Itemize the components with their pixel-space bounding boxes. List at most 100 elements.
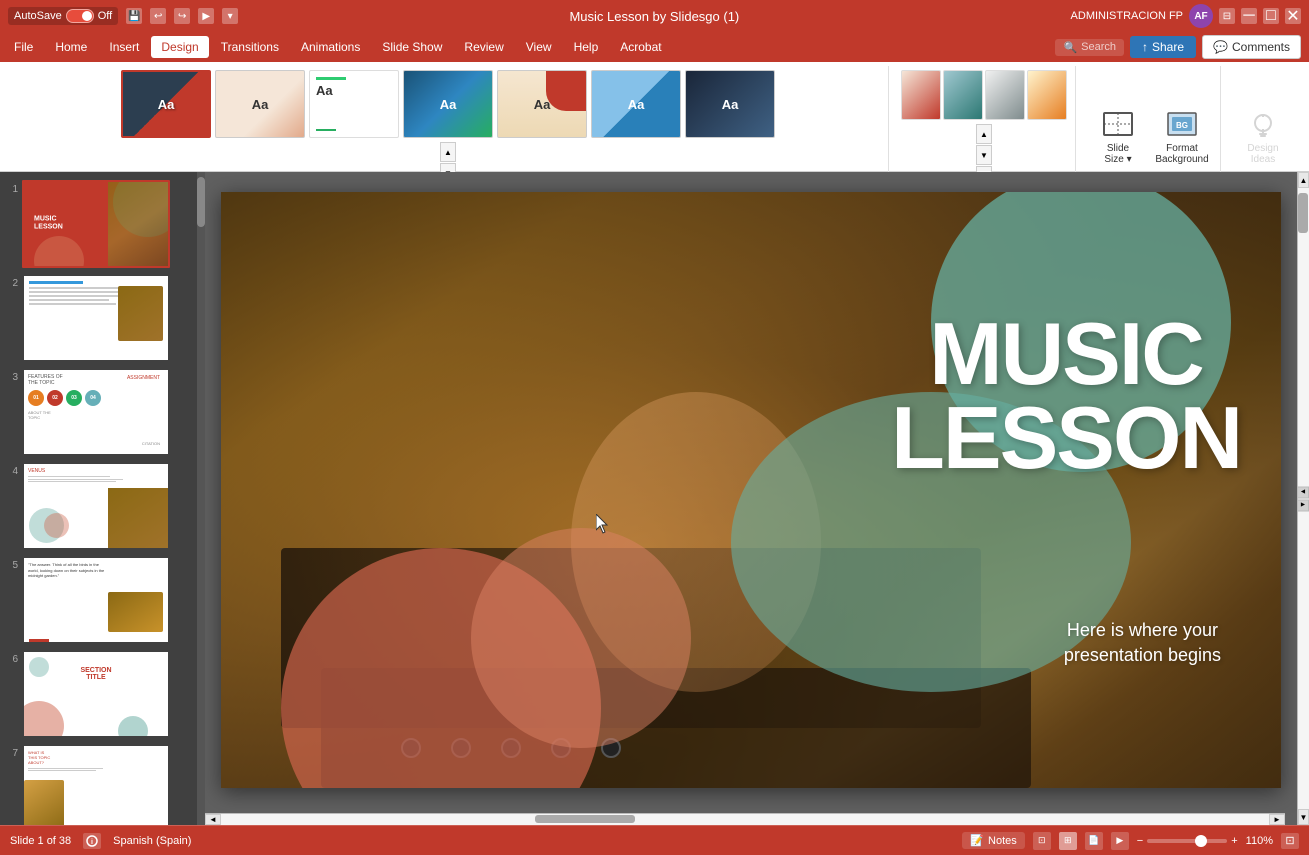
window-title: Music Lesson by Slidesgo (1) [238,9,1070,24]
normal-view-button[interactable]: ⊡ [1033,832,1051,850]
variants-up-arrow[interactable]: ▲ [976,124,992,144]
slide-number-5: 5 [4,556,18,571]
menu-insert[interactable]: Insert [99,36,149,58]
svg-text:i: i [91,839,93,846]
slide-thumb-7[interactable]: WHAT ISTHIS TOPICABOUT? [22,744,170,825]
slide-thumb-1[interactable]: MUSIC LESSON [22,180,170,268]
themes-gallery: Aa Aa Aa Aa [121,70,775,138]
theme-4[interactable]: Aa [403,70,493,138]
autosave-badge[interactable]: AutoSave Off [8,7,118,25]
slide-subtitle: Here is where yourpresentation begins [1064,618,1221,668]
design-ideas-button[interactable]: DesignIdeas [1233,102,1293,172]
menu-home[interactable]: Home [45,36,97,58]
zoom-in-icon[interactable]: + [1231,835,1237,847]
slide-item-5[interactable]: 5 "The answer. Think of all the birds in… [4,556,201,644]
ribbon-display-icon[interactable]: ⊟ [1219,8,1235,24]
menu-view[interactable]: View [516,36,562,58]
slide-thumb-4[interactable]: VENUS [22,462,170,550]
variant-4[interactable] [1027,70,1067,120]
slide-item-4[interactable]: 4 VENUS [4,462,201,550]
autosave-dot [82,11,92,21]
slide-thumb-2[interactable] [22,274,170,362]
menu-review[interactable]: Review [454,36,513,58]
slide-size-button[interactable]: SlideSize ▾ [1088,102,1148,172]
accessibility-icon[interactable]: i [83,833,101,849]
menu-file[interactable]: File [4,36,43,58]
slide-item-3[interactable]: 3 FEATURES OFTHE TOPIC ASSIGNMENT 01 02 … [4,368,201,456]
search-box[interactable]: 🔍 Search [1055,39,1124,56]
format-background-button[interactable]: BG FormatBackground [1152,102,1212,172]
theme-3[interactable]: Aa [309,70,399,138]
autosave-toggle[interactable] [66,9,94,23]
slides-list[interactable]: 1 MUSIC LESSON [0,172,205,825]
undo-icon[interactable]: ↩ [150,8,166,24]
scroll-down-button[interactable]: ▼ [1298,809,1309,825]
menu-bar: File Home Insert Design Transitions Anim… [0,32,1309,62]
scroll-up-button[interactable]: ▲ [1298,172,1309,188]
theme-6[interactable]: Aa [591,70,681,138]
save-icon[interactable]: 💾 [126,8,142,24]
slide-item-2[interactable]: 2 [4,274,201,362]
scroll-right-button[interactable]: ► [1269,814,1285,825]
slide-sorter-button[interactable]: ⊞ [1059,832,1077,850]
menu-help[interactable]: Help [564,36,609,58]
theme-2[interactable]: Aa [215,70,305,138]
variant-3[interactable] [985,70,1025,120]
theme-1[interactable]: Aa [121,70,211,138]
search-icon: 🔍 [1063,41,1077,54]
slide-item-1[interactable]: 1 MUSIC LESSON [4,180,201,268]
scroll-right-mini-2[interactable]: ► [1297,499,1309,511]
comments-button[interactable]: 💬 Comments [1202,35,1301,59]
fit-to-window-button[interactable]: ⊡ [1281,833,1299,849]
slide-canvas: MUSIC LESSON Here is where yourpresentat… [221,192,1281,788]
reading-view-button[interactable]: 📄 [1085,832,1103,850]
close-button[interactable]: ✕ [1285,8,1301,24]
slide-item-6[interactable]: 6 SECTIONTITLE [4,650,201,738]
theme-7[interactable]: Aa [685,70,775,138]
user-avatar[interactable]: AF [1189,4,1213,28]
canvas-area[interactable]: MUSIC LESSON Here is where yourpresentat… [205,172,1297,825]
slide-number-2: 2 [4,274,18,289]
horizontal-track[interactable] [221,814,1269,825]
status-left: Slide 1 of 38 i Spanish (Spain) [10,833,191,849]
share-button[interactable]: ↑ Share [1130,36,1196,58]
share-icon: ↑ [1142,40,1148,54]
maximize-button[interactable]: □ [1263,8,1279,24]
slide-thumb-3[interactable]: FEATURES OFTHE TOPIC ASSIGNMENT 01 02 03… [22,368,170,456]
zoom-slider[interactable] [1147,839,1227,843]
autosave-label: AutoSave [14,10,62,22]
menu-design[interactable]: Design [151,36,208,58]
slide-size-label: SlideSize ▾ [1104,143,1131,165]
variants-down-arrow[interactable]: ▼ [976,145,992,165]
scroll-right-mini-1[interactable]: ◄ [1297,486,1309,498]
right-scrollbar[interactable]: ▲ ▼ ◄ ► [1297,172,1309,825]
redo-icon[interactable]: ↪ [174,8,190,24]
horizontal-scrollbar[interactable]: ◄ ► [205,813,1285,825]
gallery-up-arrow[interactable]: ▲ [440,142,456,162]
ribbon: Aa Aa Aa Aa [0,62,1309,172]
menu-acrobat[interactable]: Acrobat [610,36,671,58]
variant-1[interactable] [901,70,941,120]
horizontal-thumb [535,815,635,823]
format-background-icon: BG [1166,109,1198,141]
zoom-out-icon[interactable]: − [1137,835,1143,847]
menu-transitions[interactable]: Transitions [211,36,289,58]
slide-thumb-6[interactable]: SECTIONTITLE [22,650,170,738]
menu-slideshow[interactable]: Slide Show [372,36,452,58]
title-bar: AutoSave Off 💾 ↩ ↪ ▶ ▾ Music Lesson by S… [0,0,1309,32]
menu-animations[interactable]: Animations [291,36,370,58]
present-icon[interactable]: ▶ [198,8,214,24]
notes-button[interactable]: 📝 Notes [962,832,1024,849]
slideshow-button[interactable]: ▶ [1111,832,1129,850]
scroll-left-button[interactable]: ◄ [205,814,221,825]
customize-qat-icon[interactable]: ▾ [222,8,238,24]
status-bar: Slide 1 of 38 i Spanish (Spain) 📝 Notes … [0,825,1309,855]
minimize-button[interactable]: ─ [1241,8,1257,24]
slide-thumb-5[interactable]: "The answer. Think of all the birds in t… [22,556,170,644]
slide-item-7[interactable]: 7 WHAT ISTHIS TOPICABOUT? [4,744,201,825]
theme-5[interactable]: Aa [497,70,587,138]
slides-scrollbar[interactable] [197,172,205,825]
zoom-control: − + 110% [1137,835,1273,847]
title-bar-right: ADMINISTRACION FP AF ⊟ ─ □ ✕ [1071,4,1301,28]
variant-2[interactable] [943,70,983,120]
